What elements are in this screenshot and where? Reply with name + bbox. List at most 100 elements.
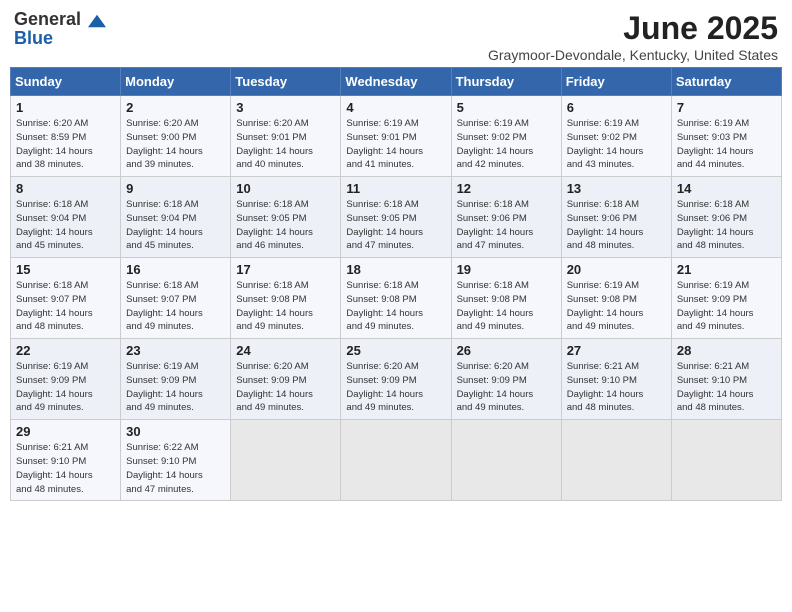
day-info: Sunrise: 6:20 AMSunset: 9:09 PMDaylight:… xyxy=(457,360,556,415)
day-number: 25 xyxy=(346,343,445,358)
day-number: 1 xyxy=(16,100,115,115)
day-info: Sunrise: 6:21 AMSunset: 9:10 PMDaylight:… xyxy=(16,441,115,496)
table-row: 3 Sunrise: 6:20 AMSunset: 9:01 PMDaylight… xyxy=(231,96,341,177)
day-number: 24 xyxy=(236,343,335,358)
day-number: 9 xyxy=(126,181,225,196)
day-number: 15 xyxy=(16,262,115,277)
day-number: 28 xyxy=(677,343,776,358)
day-number: 13 xyxy=(567,181,666,196)
table-row xyxy=(451,420,561,501)
day-info: Sunrise: 6:21 AMSunset: 9:10 PMDaylight:… xyxy=(567,360,666,415)
day-number: 19 xyxy=(457,262,556,277)
day-info: Sunrise: 6:19 AMSunset: 9:09 PMDaylight:… xyxy=(16,360,115,415)
day-number: 18 xyxy=(346,262,445,277)
day-info: Sunrise: 6:19 AMSunset: 9:09 PMDaylight:… xyxy=(126,360,225,415)
table-row xyxy=(561,420,671,501)
table-row: 11Sunrise: 6:18 AMSunset: 9:05 PMDayligh… xyxy=(341,177,451,258)
calendar-header-row: Sunday Monday Tuesday Wednesday Thursday… xyxy=(11,68,782,96)
table-row: 18 Sunrise: 6:18 AMSunset: 9:08 PMDayligh… xyxy=(341,258,451,339)
table-row: 7 Sunrise: 6:19 AMSunset: 9:03 PMDaylight… xyxy=(671,96,781,177)
table-row: 14 Sunrise: 6:18 AMSunset: 9:06 PMDayligh… xyxy=(671,177,781,258)
table-row: 21 Sunrise: 6:19 AMSunset: 9:09 PMDayligh… xyxy=(671,258,781,339)
col-sunday: Sunday xyxy=(11,68,121,96)
table-row: 2 Sunrise: 6:20 AMSunset: 9:00 PMDaylight… xyxy=(121,96,231,177)
day-info: Sunrise: 6:18 AMSunset: 9:06 PMDaylight:… xyxy=(677,198,776,253)
table-row: 1 Sunrise: 6:20 AMSunset: 8:59 PMDaylight… xyxy=(11,96,121,177)
day-number: 4 xyxy=(346,100,445,115)
day-info: Sunrise: 6:20 AMSunset: 9:09 PMDaylight:… xyxy=(236,360,335,415)
day-info: Sunrise: 6:18 AMSunset: 9:07 PMDaylight:… xyxy=(126,279,225,334)
day-number: 7 xyxy=(677,100,776,115)
day-info: Sunrise: 6:19 AMSunset: 9:01 PMDaylight:… xyxy=(346,117,445,172)
day-info: Sunrise: 6:18 AMSunset: 9:08 PMDaylight:… xyxy=(346,279,445,334)
table-row: 13 Sunrise: 6:18 AMSunset: 9:06 PMDayligh… xyxy=(561,177,671,258)
day-number: 22 xyxy=(16,343,115,358)
day-info: Sunrise: 6:19 AMSunset: 9:03 PMDaylight:… xyxy=(677,117,776,172)
table-row: 20 Sunrise: 6:19 AMSunset: 9:08 PMDayligh… xyxy=(561,258,671,339)
day-info: Sunrise: 6:18 AMSunset: 9:06 PMDaylight:… xyxy=(567,198,666,253)
logo: General Blue xyxy=(14,10,106,47)
calendar-week-row: 8 Sunrise: 6:18 AMSunset: 9:04 PMDaylight… xyxy=(11,177,782,258)
table-row: 27 Sunrise: 6:21 AMSunset: 9:10 PMDayligh… xyxy=(561,339,671,420)
table-row: 26 Sunrise: 6:20 AMSunset: 9:09 PMDayligh… xyxy=(451,339,561,420)
day-info: Sunrise: 6:18 AMSunset: 9:04 PMDaylight:… xyxy=(126,198,225,253)
title-area: June 2025 Graymoor-Devondale, Kentucky, … xyxy=(488,10,778,63)
col-saturday: Saturday xyxy=(671,68,781,96)
day-info: Sunrise: 6:20 AMSunset: 9:00 PMDaylight:… xyxy=(126,117,225,172)
day-number: 27 xyxy=(567,343,666,358)
table-row: 29 Sunrise: 6:21 AMSunset: 9:10 PMDayligh… xyxy=(11,420,121,501)
table-row: 10 Sunrise: 6:18 AMSunset: 9:05 PMDayligh… xyxy=(231,177,341,258)
day-info: Sunrise: 6:18 AMSunset: 9:08 PMDaylight:… xyxy=(236,279,335,334)
day-number: 5 xyxy=(457,100,556,115)
col-thursday: Thursday xyxy=(451,68,561,96)
day-number: 20 xyxy=(567,262,666,277)
day-info: Sunrise: 6:18 AMSunset: 9:05 PMDaylight:… xyxy=(346,198,445,253)
day-info: Sunrise: 6:18 AMSunset: 9:07 PMDaylight:… xyxy=(16,279,115,334)
col-wednesday: Wednesday xyxy=(341,68,451,96)
col-tuesday: Tuesday xyxy=(231,68,341,96)
calendar-week-row: 22 Sunrise: 6:19 AMSunset: 9:09 PMDayligh… xyxy=(11,339,782,420)
day-info: Sunrise: 6:18 AMSunset: 9:08 PMDaylight:… xyxy=(457,279,556,334)
calendar-week-row: 1 Sunrise: 6:20 AMSunset: 8:59 PMDaylight… xyxy=(11,96,782,177)
day-info: Sunrise: 6:19 AMSunset: 9:08 PMDaylight:… xyxy=(567,279,666,334)
day-number: 14 xyxy=(677,181,776,196)
day-info: Sunrise: 6:20 AMSunset: 8:59 PMDaylight:… xyxy=(16,117,115,172)
day-number: 21 xyxy=(677,262,776,277)
day-number: 29 xyxy=(16,424,115,439)
table-row xyxy=(671,420,781,501)
logo-triangle-icon xyxy=(88,14,106,28)
table-row: 22 Sunrise: 6:19 AMSunset: 9:09 PMDayligh… xyxy=(11,339,121,420)
day-number: 16 xyxy=(126,262,225,277)
month-title: June 2025 xyxy=(488,10,778,47)
day-number: 23 xyxy=(126,343,225,358)
day-info: Sunrise: 6:19 AMSunset: 9:02 PMDaylight:… xyxy=(457,117,556,172)
table-row: 5 Sunrise: 6:19 AMSunset: 9:02 PMDaylight… xyxy=(451,96,561,177)
table-row: 16 Sunrise: 6:18 AMSunset: 9:07 PMDayligh… xyxy=(121,258,231,339)
calendar-table: Sunday Monday Tuesday Wednesday Thursday… xyxy=(10,67,782,501)
table-row xyxy=(341,420,451,501)
table-row: 15 Sunrise: 6:18 AMSunset: 9:07 PMDayligh… xyxy=(11,258,121,339)
table-row: 8Sunrise: 6:18 AMSunset: 9:04 PMDaylight… xyxy=(11,177,121,258)
table-row: 4 Sunrise: 6:19 AMSunset: 9:01 PMDaylight… xyxy=(341,96,451,177)
day-number: 6 xyxy=(567,100,666,115)
table-row: 19 Sunrise: 6:18 AMSunset: 9:08 PMDayligh… xyxy=(451,258,561,339)
col-monday: Monday xyxy=(121,68,231,96)
day-info: Sunrise: 6:20 AMSunset: 9:01 PMDaylight:… xyxy=(236,117,335,172)
day-number: 3 xyxy=(236,100,335,115)
day-info: Sunrise: 6:19 AMSunset: 9:09 PMDaylight:… xyxy=(677,279,776,334)
table-row: 9 Sunrise: 6:18 AMSunset: 9:04 PMDaylight… xyxy=(121,177,231,258)
day-info: Sunrise: 6:18 AMSunset: 9:05 PMDaylight:… xyxy=(236,198,335,253)
col-friday: Friday xyxy=(561,68,671,96)
location-subtitle: Graymoor-Devondale, Kentucky, United Sta… xyxy=(488,47,778,63)
day-info: Sunrise: 6:18 AMSunset: 9:06 PMDaylight:… xyxy=(457,198,556,253)
day-number: 2 xyxy=(126,100,225,115)
table-row: 24 Sunrise: 6:20 AMSunset: 9:09 PMDayligh… xyxy=(231,339,341,420)
day-number: 17 xyxy=(236,262,335,277)
table-row: 28Sunrise: 6:21 AMSunset: 9:10 PMDayligh… xyxy=(671,339,781,420)
day-number: 26 xyxy=(457,343,556,358)
day-number: 8 xyxy=(16,181,115,196)
logo-general: General xyxy=(14,9,81,29)
day-info: Sunrise: 6:22 AMSunset: 9:10 PMDaylight:… xyxy=(126,441,225,496)
day-number: 10 xyxy=(236,181,335,196)
page-header: General Blue June 2025 Graymoor-Devondal… xyxy=(10,10,782,63)
